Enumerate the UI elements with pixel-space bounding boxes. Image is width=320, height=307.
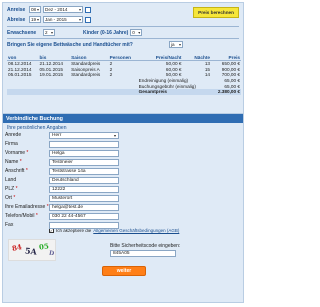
captcha-image: 84 5A 05 D [8,239,56,261]
linen-select[interactable]: ja ▾ [169,41,183,48]
name-row: Name * Testmeier [5,158,239,166]
linen-question-row: Bringen Sie eigene Bettwäsche und Handtü… [7,41,183,48]
required-marker: * [19,159,22,165]
chevron-down-icon: ▾ [113,132,116,138]
anreise-label: Anreise [7,6,26,13]
land-row: Land Deutschland [5,176,239,184]
captcha-char: D [48,249,55,258]
divider [7,38,239,39]
email-row: Ihre Emailadresse * helga@test.de [5,203,239,211]
ort-field[interactable]: Musterort [49,194,119,202]
price-table: von bis Saison Personen Preis/Nacht Näch… [7,54,241,95]
fax-label: Fax [5,222,14,228]
total-row: Gesamtpreis 2.380,00 € [7,88,241,95]
total-value: 2.380,00 € [211,88,241,95]
required-marker: * [35,213,38,219]
kinder-label: Kinder (0-16 Jahre) [83,29,129,36]
abreise-day-select[interactable]: 19 ▾ [29,16,41,23]
land-label: Land [5,177,17,183]
fax-field[interactable] [49,221,119,229]
telefon-row: Telefon/Mobil * 030 22 44-4567 [5,212,239,220]
email-label: Ihre Emailadresse [5,204,46,210]
erwachsene-select[interactable]: 2 ▾ [43,29,55,36]
anschrift-label: Anschrift [5,168,25,174]
anreise-day-select[interactable]: 08 ▾ [29,6,41,13]
firma-row: Firma [5,140,239,148]
abreise-label: Abreise [7,16,26,23]
total-label: Gesamtpreis [137,88,212,95]
kinder-select[interactable]: 0 ▾ [130,29,143,36]
abreise-day-value: 19 [31,17,37,22]
calendar-icon[interactable] [85,6,91,13]
calculate-price-button[interactable]: Preis berechnen [193,7,239,18]
anrede-row: Anrede Herr ▾ [5,131,239,139]
chevron-down-icon: ▾ [36,17,39,22]
chevron-down-icon: ▾ [36,7,39,12]
security-code-input[interactable]: 845A05 [110,250,176,257]
kinder-value: 0 [132,30,135,35]
guests-row: Erwachsene 2 ▾ Kinder (0-16 Jahre) 0 ▾ [7,29,143,36]
anreise-day-value: 08 [31,7,37,12]
submit-button[interactable]: weiter [102,266,146,276]
vorname-row: Vorname * Helga [5,149,239,157]
vorname-label: Vorname [5,150,26,156]
captcha-char: 84 [11,242,23,253]
plz-row: PLZ * 12222 [5,185,239,193]
ort-label: Ort [5,195,12,201]
chevron-down-icon: ▾ [138,30,141,35]
anrede-label: Anrede [5,132,22,138]
required-marker: * [26,150,29,156]
required-marker: * [13,195,16,201]
required-marker: * [15,186,18,192]
security-code-label: Bitte Sicherheitscode eingeben: [110,243,181,249]
required-marker: * [25,168,28,174]
erwachsene-value: 2 [45,30,48,35]
abreise-row: Abreise 19 ▾ Jan - 2015 ▾ [7,16,91,23]
email-field[interactable]: helga@test.de [49,203,119,211]
firma-field[interactable] [49,140,119,148]
anreise-row: Anreise 08 ▾ Dez - 2014 ▾ [7,6,91,13]
anschrift-field[interactable]: Teststrasse 14a [49,167,119,175]
anrede-value: Herr [52,132,62,138]
plz-field[interactable]: 12222 [49,185,119,193]
anrede-select[interactable]: Herr ▾ [49,131,119,139]
land-field[interactable]: Deutschland [49,176,119,184]
anschrift-row: Anschrift * Teststrasse 14a [5,167,239,175]
ort-row: Ort * Musterort [5,194,239,202]
chevron-down-icon: ▾ [78,17,81,22]
divider [7,26,239,27]
booking-title: Verbindliche Buchung [3,114,243,123]
erwachsene-label: Erwachsene [7,29,37,36]
chevron-down-icon: ▾ [50,30,53,35]
captcha-char: 05 [38,241,50,252]
linen-value: ja [171,42,175,47]
plz-label: PLZ [5,186,15,192]
calendar-icon[interactable] [85,16,91,23]
abreise-month-value: Jan - 2015 [45,17,67,22]
chevron-down-icon: ▾ [178,42,181,47]
telefon-label: Telefon/Mobil [5,213,35,219]
firma-label: Firma [5,141,18,147]
anreise-month-value: Dez - 2014 [45,7,68,12]
vorname-field[interactable]: Helga [49,149,119,157]
fax-row: Fax [5,221,239,229]
abreise-month-select[interactable]: Jan - 2015 ▾ [43,16,83,23]
anreise-month-select[interactable]: Dez - 2014 ▾ [43,6,83,13]
telefon-field[interactable]: 030 22 44-4567 [49,212,119,220]
linen-question: Bringen Sie eigene Bettwäsche und Handtü… [7,41,133,48]
name-label: Name [5,159,19,165]
chevron-down-icon: ▾ [78,7,81,12]
name-field[interactable]: Testmeier [49,158,119,166]
captcha-char: 5A [24,245,38,257]
